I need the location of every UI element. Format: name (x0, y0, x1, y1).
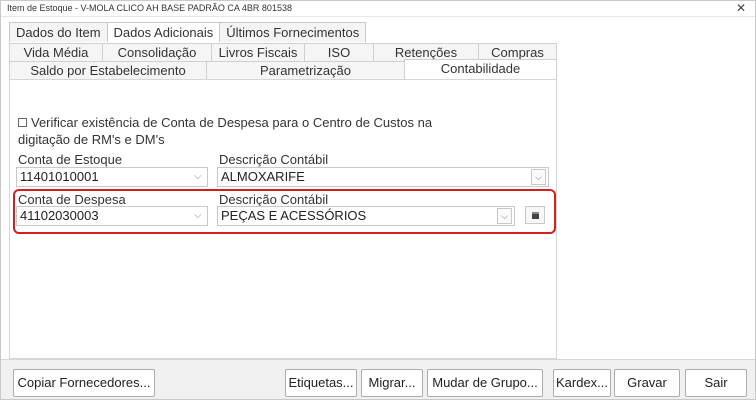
sair-button[interactable]: Sair (685, 369, 747, 397)
verificar-conta-despesa-option: Verificar existência de Conta de Despesa… (18, 114, 468, 148)
close-icon[interactable]: ✕ (733, 1, 749, 16)
conta-despesa-label: Conta de Despesa (18, 192, 126, 207)
verificar-conta-despesa-label: Verificar existência de Conta de Despesa… (18, 115, 433, 147)
list-icon (532, 212, 539, 219)
mudar-grupo-button[interactable]: Mudar de Grupo... (427, 369, 543, 397)
descricao-contabil-despesa-dropdown-icon[interactable]: ⌵ (497, 208, 512, 224)
chevron-down-icon[interactable]: ⌵ (194, 207, 202, 225)
tab-ultimos-fornecimentos[interactable]: Últimos Fornecimentos (219, 22, 367, 42)
subtab-vida-media[interactable]: Vida Média (9, 43, 103, 61)
gravar-button[interactable]: Gravar (614, 369, 680, 397)
tab-dados-do-item[interactable]: Dados do Item (9, 22, 108, 42)
conta-estoque-label: Conta de Estoque (18, 152, 123, 167)
conta-despesa-field[interactable]: 41102030003 (16, 206, 208, 226)
kardex-button[interactable]: Kardex... (553, 369, 611, 397)
subtab-livros-fiscais[interactable]: Livros Fiscais (211, 43, 305, 61)
zoom-lookup-icon[interactable] (525, 206, 545, 224)
subtab-iso[interactable]: ISO (304, 43, 374, 61)
descricao-contabil-label: Descrição Contábil (219, 192, 329, 207)
main-tab-bar: Dados do Item Dados Adicionais Últimos F… (9, 22, 367, 42)
verificar-conta-despesa-checkbox[interactable] (18, 118, 27, 127)
descricao-contabil-label: Descrição Contábil (219, 152, 329, 167)
copiar-fornecedores-button[interactable]: Copiar Fornecedores... (13, 369, 155, 397)
subtab-parametrizacao[interactable]: Parametrização (206, 61, 405, 79)
window-title: Item de Estoque - V-MOLA CLICO AH BASE P… (7, 3, 292, 13)
item-estoque-window: Item de Estoque - V-MOLA CLICO AH BASE P… (0, 0, 756, 400)
tab-dados-adicionais[interactable]: Dados Adicionais (106, 22, 221, 42)
title-bar: Item de Estoque - V-MOLA CLICO AH BASE P… (1, 1, 755, 17)
migrar-button[interactable]: Migrar... (361, 369, 423, 397)
descricao-contabil-despesa-field[interactable]: PEÇAS E ACESSÓRIOS (217, 206, 515, 226)
chevron-down-icon[interactable]: ⌵ (194, 168, 202, 186)
subtab-consolidacao[interactable]: Consolidação (102, 43, 212, 61)
subtab-saldo-estabelecimento[interactable]: Saldo por Estabelecimento (9, 61, 207, 79)
descricao-contabil-estoque-dropdown-icon[interactable]: ⌵ (531, 169, 546, 185)
descricao-contabil-estoque-field[interactable]: ALMOXARIFE (217, 167, 549, 187)
conta-estoque-field[interactable]: 11401010001 (16, 167, 208, 187)
subtab-contabilidade[interactable]: Contabilidade (404, 59, 557, 80)
etiquetas-button[interactable]: Etiquetas... (285, 369, 357, 397)
